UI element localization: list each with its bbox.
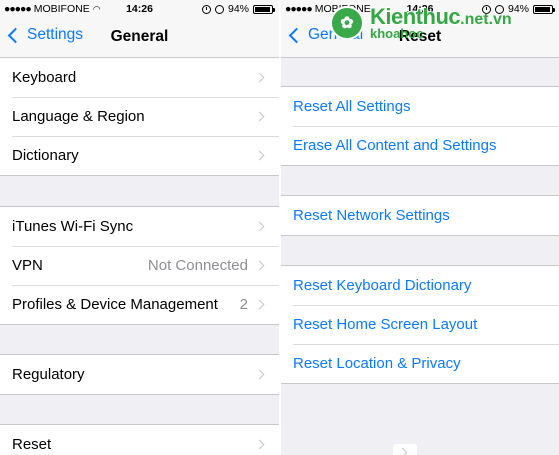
battery-percent: 94%	[507, 3, 529, 15]
alarm-icon	[214, 4, 224, 14]
status-bar: ●●●●● MOBIFONE ◠ 14:26 94%	[0, 0, 279, 18]
row-vpn[interactable]: VPN Not Connected	[0, 246, 279, 285]
chevron-right-icon	[254, 111, 265, 122]
battery-fill	[535, 6, 551, 12]
rotation-lock-icon	[201, 4, 211, 14]
settings-group-3: Regulatory	[0, 354, 279, 395]
erase-all-content-button[interactable]: Erase All Content and Settings	[281, 126, 559, 165]
row-dictionary[interactable]: Dictionary	[0, 136, 279, 175]
chevron-right-icon	[254, 221, 265, 232]
nav-bar: Settings General	[0, 18, 279, 58]
reset-home-screen-layout-button[interactable]: Reset Home Screen Layout	[281, 305, 559, 344]
settings-group-2: iTunes Wi-Fi Sync VPN Not Connected Profi…	[0, 206, 279, 325]
chevron-right-icon	[254, 150, 265, 161]
row-regulatory[interactable]: Regulatory	[0, 355, 279, 394]
status-bar: ●●●●● MOBIFONE 14:26 94%	[281, 0, 559, 18]
page-title: Reset	[398, 28, 442, 45]
settings-group-4: Reset	[0, 424, 279, 455]
battery-icon	[533, 4, 555, 14]
chevron-right-icon	[254, 369, 265, 380]
scroll-hint	[393, 444, 417, 455]
reset-group-2: Reset Network Settings	[281, 195, 559, 236]
reset-screen: ●●●●● MOBIFONE 14:26 94% General Reset Re…	[281, 0, 559, 455]
battery-percent: 94%	[227, 3, 249, 15]
rotation-lock-icon	[481, 4, 491, 14]
chevron-right-icon	[254, 439, 265, 450]
reset-group-3: Reset Keyboard Dictionary Reset Home Scr…	[281, 265, 559, 384]
reset-network-settings-button[interactable]: Reset Network Settings	[281, 196, 559, 235]
profiles-count: 2	[239, 296, 248, 313]
battery-fill	[255, 6, 271, 12]
vpn-status: Not Connected	[147, 257, 248, 274]
reset-all-settings-button[interactable]: Reset All Settings	[281, 87, 559, 126]
page-title: General	[110, 28, 169, 45]
general-screen: ●●●●● MOBIFONE ◠ 14:26 94% Settings Genera…	[0, 0, 279, 455]
row-itunes-wifi-sync[interactable]: iTunes Wi-Fi Sync	[0, 207, 279, 246]
chevron-right-icon	[254, 72, 265, 83]
row-profiles-device-management[interactable]: Profiles & Device Management 2	[0, 285, 279, 324]
row-language-region[interactable]: Language & Region	[0, 97, 279, 136]
row-reset[interactable]: Reset	[0, 425, 279, 455]
chevron-right-icon	[254, 260, 265, 271]
reset-location-privacy-button[interactable]: Reset Location & Privacy	[281, 344, 559, 383]
nav-bar: General Reset	[281, 18, 559, 58]
chevron-right-icon	[397, 447, 408, 455]
settings-group-1: Keyboard Language & Region Dictionary	[0, 57, 279, 176]
reset-group-1: Reset All Settings Erase All Content and…	[281, 86, 559, 166]
battery-icon	[253, 4, 275, 14]
row-keyboard[interactable]: Keyboard	[0, 58, 279, 97]
alarm-icon	[494, 4, 504, 14]
chevron-right-icon	[254, 299, 265, 310]
reset-keyboard-dictionary-button[interactable]: Reset Keyboard Dictionary	[281, 266, 559, 305]
